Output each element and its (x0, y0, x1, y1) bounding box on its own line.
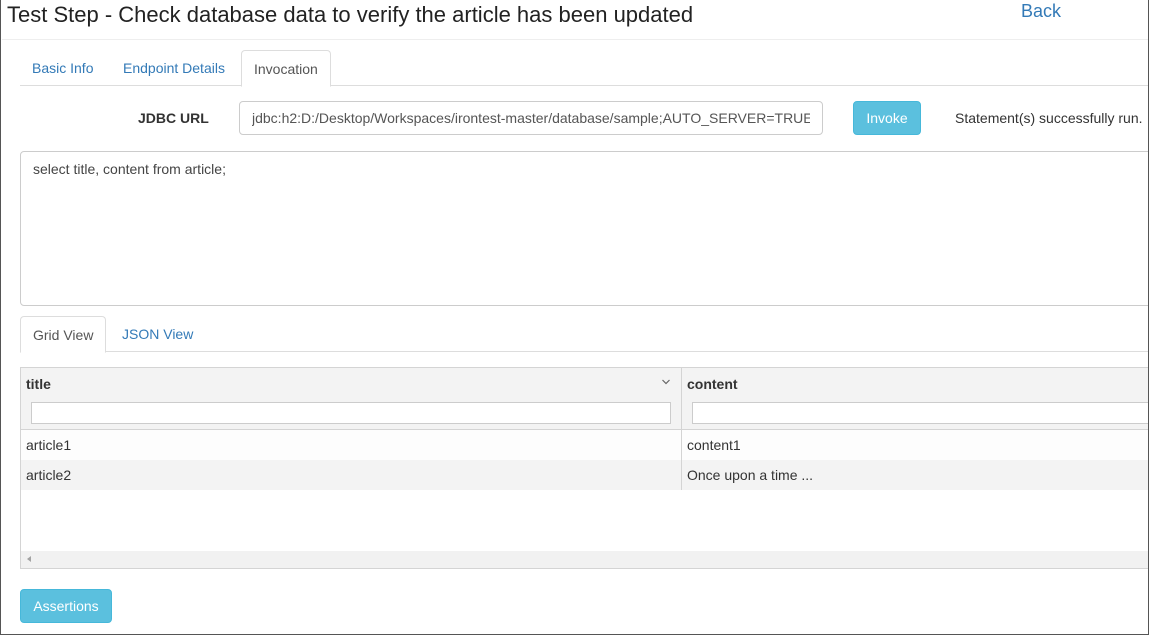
result-tabs: Grid View JSON View (20, 316, 1148, 353)
table-cell-title: article1 (21, 430, 682, 460)
table-cell-title: article2 (21, 460, 682, 490)
tab-grid-view[interactable]: Grid View (20, 316, 107, 353)
column-label-title: title (26, 376, 51, 392)
content-filter-input[interactable] (692, 402, 1148, 424)
table-row[interactable]: article2 Once upon a time ... (21, 460, 1148, 490)
step-tabs: Basic Info Endpoint Details Invocation (20, 50, 1148, 87)
assertions-button[interactable]: Assertions (20, 589, 112, 623)
column-header-title[interactable]: title (21, 368, 682, 430)
column-header-content[interactable]: content (682, 368, 1148, 430)
result-grid: title content article1 content1 article2… (20, 367, 1148, 569)
chevron-down-icon[interactable] (661, 377, 671, 387)
jdbc-url-label: JDBC URL (138, 110, 209, 126)
page-title: Test Step - Check database data to verif… (7, 2, 694, 27)
table-cell-content: content1 (687, 437, 741, 453)
back-link[interactable]: Back (1021, 1, 1061, 22)
table-row[interactable]: article1 content1 (21, 430, 1148, 460)
horizontal-scrollbar[interactable] (21, 551, 1148, 568)
column-label-content: content (687, 376, 738, 392)
sql-editor[interactable]: select title, content from article; (20, 151, 1148, 306)
invoke-status-text: Statement(s) successfully run. (955, 110, 1143, 126)
scroll-left-arrow-icon[interactable] (27, 556, 31, 562)
tab-basic-info[interactable]: Basic Info (20, 50, 105, 86)
tab-endpoint-details[interactable]: Endpoint Details (111, 50, 237, 86)
tab-json-view[interactable]: JSON View (110, 316, 205, 352)
table-cell-content: Once upon a time ... (687, 467, 814, 483)
tab-invocation[interactable]: Invocation (241, 50, 331, 87)
grid-header: title content (21, 368, 1148, 430)
jdbc-url-input[interactable] (239, 101, 823, 135)
title-filter-input[interactable] (31, 402, 671, 424)
test-step-page: Test Step - Check database data to verif… (0, 0, 1149, 635)
invoke-button[interactable]: Invoke (853, 101, 921, 135)
title-divider (2, 39, 1148, 40)
